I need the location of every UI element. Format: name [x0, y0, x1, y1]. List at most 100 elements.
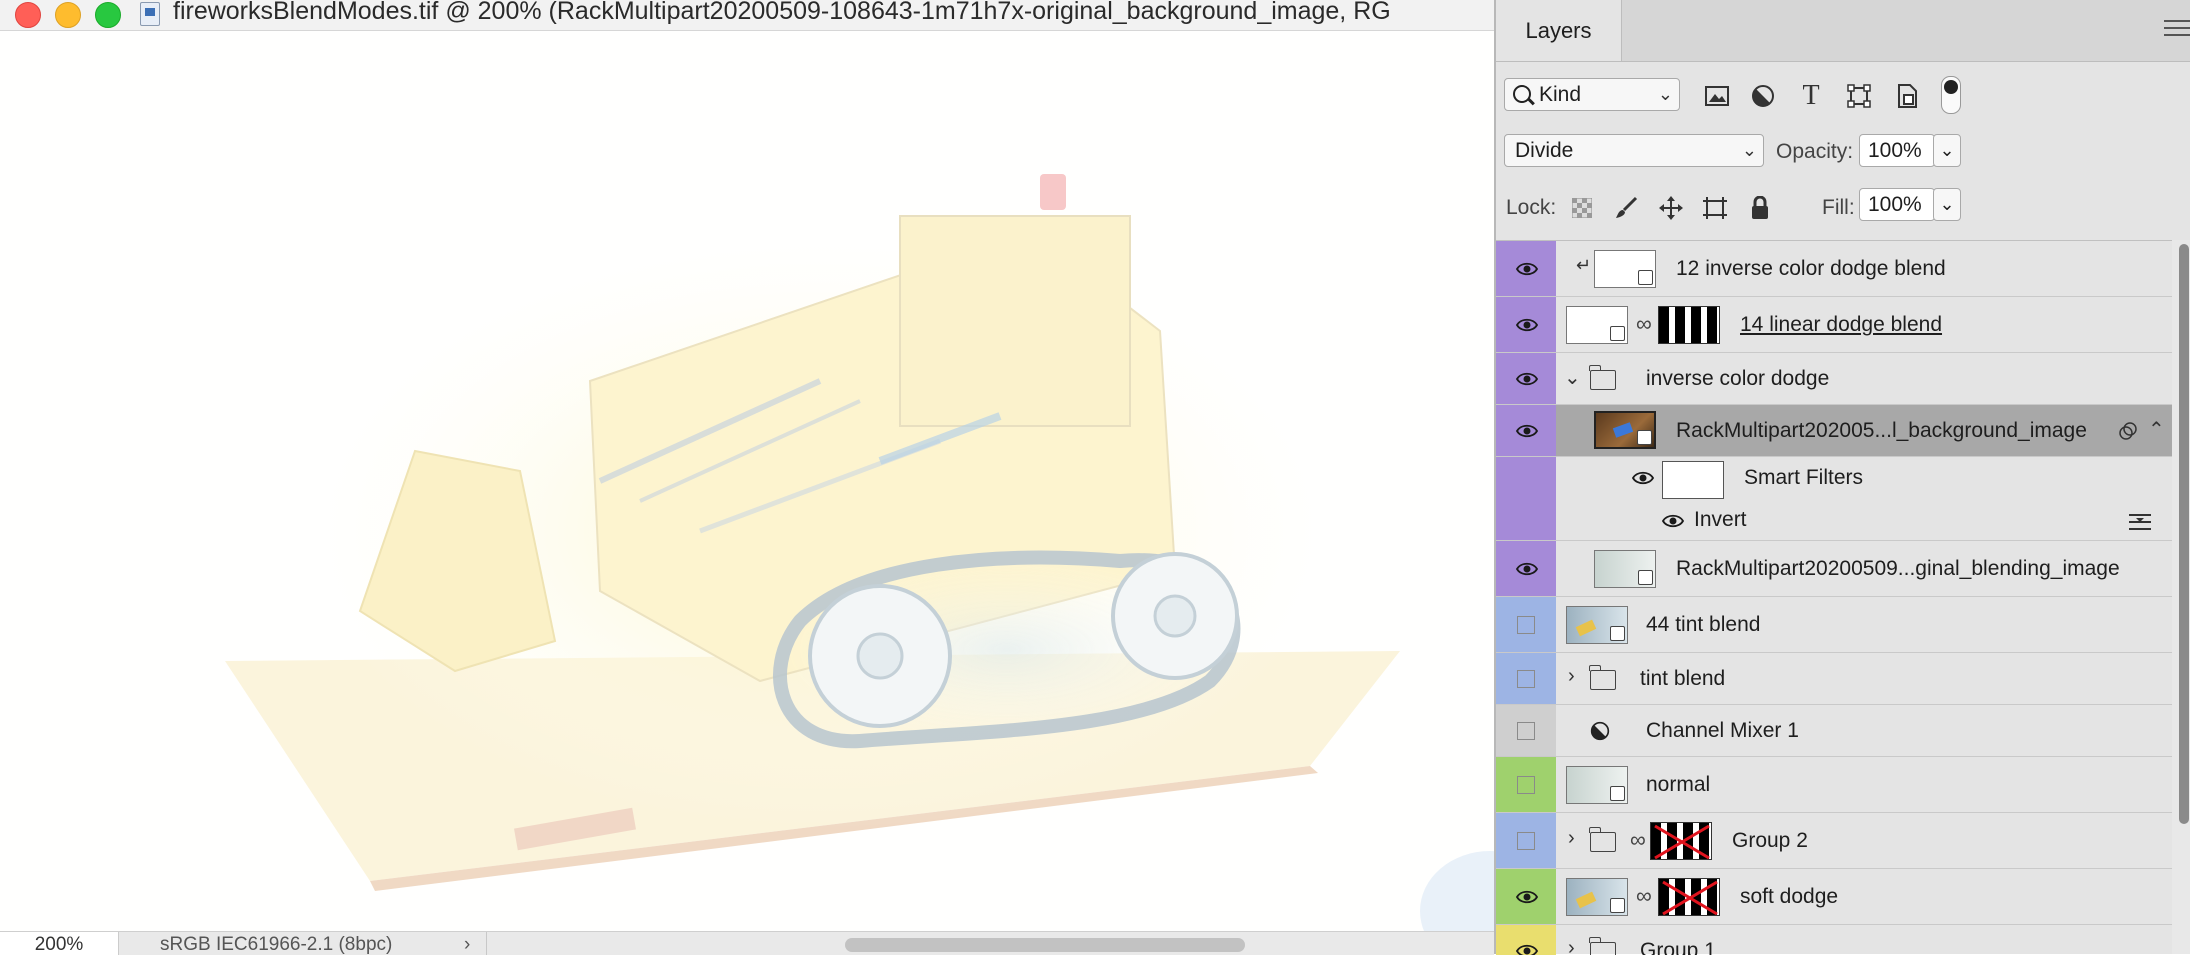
- lock-all-icon[interactable]: [1746, 194, 1774, 222]
- type-filter-icon[interactable]: T: [1797, 80, 1825, 111]
- close-window-button[interactable]: [15, 2, 41, 28]
- eye-icon[interactable]: [1632, 471, 1654, 485]
- lock-transparency-icon[interactable]: [1568, 194, 1596, 222]
- layer-thumbnail: [1566, 766, 1628, 804]
- layer-name[interactable]: inverse color dodge: [1646, 367, 1829, 391]
- shape-filter-icon[interactable]: [1845, 82, 1873, 110]
- panel-tab-bar: Layers: [1496, 0, 2190, 62]
- lock-position-move-icon[interactable]: [1657, 194, 1685, 222]
- layer-name[interactable]: 44 tint blend: [1646, 613, 1760, 637]
- disabled-mask-thumbnail[interactable]: [1650, 822, 1712, 860]
- layer-thumbnail: [1566, 606, 1628, 644]
- chevron-right-icon[interactable]: ›: [1568, 665, 1575, 688]
- chevron-right-icon[interactable]: ›: [1568, 937, 1575, 955]
- layer-row[interactable]: › ∞ Group 2: [1496, 813, 2172, 869]
- search-icon: [1513, 85, 1531, 103]
- opacity-dropdown-button[interactable]: ⌄: [1933, 134, 1961, 167]
- layer-name[interactable]: Invert: [1694, 508, 1747, 532]
- layer-name[interactable]: Channel Mixer 1: [1646, 719, 1799, 743]
- chevron-right-icon[interactable]: ›: [1568, 827, 1575, 850]
- mask-link-icon[interactable]: ∞: [1630, 827, 1646, 853]
- lock-image-pixels-brush-icon[interactable]: [1612, 194, 1640, 222]
- fill-input[interactable]: 100%: [1859, 188, 1935, 221]
- layer-row-selected[interactable]: RackMultipart202005...l_background_image…: [1496, 405, 2172, 457]
- minimize-window-button[interactable]: [55, 2, 81, 28]
- tab-layers[interactable]: Layers: [1496, 0, 1622, 61]
- chevron-down-icon: ⌄: [1741, 140, 1757, 160]
- disabled-mask-thumbnail[interactable]: [1658, 878, 1720, 916]
- lock-artboard-icon[interactable]: [1701, 194, 1729, 222]
- layer-filter-kind-select[interactable]: Kind ⌄: [1504, 78, 1680, 111]
- mask-link-icon[interactable]: ∞: [1636, 883, 1652, 909]
- status-menu-arrow-icon[interactable]: ›: [464, 932, 470, 957]
- smart-filter-indicator-icon[interactable]: [2118, 421, 2138, 441]
- eye-icon[interactable]: [1516, 944, 1538, 955]
- vertical-scrollbar-thumb[interactable]: [2179, 244, 2189, 824]
- layer-list: ↵ 12 inverse color dodge blend ∞ 14 line…: [1496, 240, 2172, 955]
- visibility-toggle[interactable]: [1517, 616, 1535, 634]
- layer-name[interactable]: Smart Filters: [1744, 466, 1863, 490]
- eye-icon[interactable]: [1516, 318, 1538, 332]
- layer-row[interactable]: Smart Filters: [1496, 457, 2172, 499]
- layer-thumbnail: [1566, 878, 1628, 916]
- visibility-toggle[interactable]: [1517, 722, 1535, 740]
- document-window: fireworksBlendModes.tif @ 200% (RackMult…: [0, 0, 1494, 957]
- opacity-input[interactable]: 100%: [1859, 134, 1935, 167]
- eye-icon[interactable]: [1516, 562, 1538, 576]
- image-canvas[interactable]: [0, 31, 1494, 931]
- layer-color-tag: [1496, 457, 1556, 499]
- fill-label: Fill:: [1822, 196, 1855, 219]
- layer-row[interactable]: Channel Mixer 1: [1496, 705, 2172, 757]
- layer-name[interactable]: 12 inverse color dodge blend: [1676, 257, 1946, 281]
- folder-icon: [1589, 665, 1616, 690]
- visibility-toggle[interactable]: [1517, 670, 1535, 688]
- layer-row[interactable]: RackMultipart20200509...ginal_blending_i…: [1496, 541, 2172, 597]
- layer-name[interactable]: Group 1: [1640, 939, 1716, 955]
- layer-name[interactable]: soft dodge: [1740, 885, 1838, 909]
- mask-disabled-x-icon: [1654, 824, 1710, 859]
- layer-row[interactable]: Invert: [1496, 499, 2172, 541]
- chevron-down-icon[interactable]: ⌄: [1564, 365, 1581, 390]
- eye-icon[interactable]: [1516, 424, 1538, 438]
- layer-row[interactable]: › tint blend: [1496, 653, 2172, 705]
- smart-object-badge-icon: [1610, 626, 1625, 641]
- eye-icon[interactable]: [1516, 372, 1538, 386]
- layer-name[interactable]: normal: [1646, 773, 1710, 797]
- horizontal-scrollbar-thumb[interactable]: [845, 938, 1245, 952]
- visibility-toggle[interactable]: [1517, 776, 1535, 794]
- layer-row[interactable]: ⌄ inverse color dodge: [1496, 353, 2172, 405]
- layer-row[interactable]: › Group 1: [1496, 925, 2172, 955]
- layer-row[interactable]: ∞ soft dodge: [1496, 869, 2172, 925]
- panel-menu-icon[interactable]: [2164, 20, 2190, 38]
- zoom-level-field[interactable]: 200%: [0, 932, 119, 955]
- opacity-label: Opacity:: [1776, 140, 1854, 163]
- layer-name[interactable]: 14 linear dodge blend: [1740, 313, 1942, 337]
- smart-object-filter-icon[interactable]: [1893, 82, 1921, 110]
- filter-blending-options-icon[interactable]: [2128, 513, 2152, 531]
- visibility-toggle[interactable]: [1517, 832, 1535, 850]
- chevron-down-icon: ⌄: [1657, 84, 1673, 104]
- layer-mask-thumbnail[interactable]: [1658, 306, 1720, 344]
- blend-mode-select[interactable]: Divide ⌄: [1504, 134, 1764, 167]
- layer-name[interactable]: Group 2: [1732, 829, 1808, 853]
- filter-toggle-switch[interactable]: [1941, 76, 1961, 114]
- window-title-bar[interactable]: fireworksBlendModes.tif @ 200% (RackMult…: [0, 0, 1494, 31]
- blend-mode-value: Divide: [1515, 139, 1574, 162]
- chevron-up-icon[interactable]: ⌃: [2148, 417, 2165, 442]
- layer-name[interactable]: RackMultipart20200509...ginal_blending_i…: [1676, 557, 2120, 581]
- eye-icon[interactable]: [1662, 514, 1684, 528]
- mask-link-icon[interactable]: ∞: [1636, 311, 1652, 337]
- layer-row[interactable]: 44 tint blend: [1496, 597, 2172, 653]
- smart-filter-mask-thumbnail[interactable]: [1662, 461, 1724, 499]
- adjustment-filter-icon[interactable]: [1749, 82, 1777, 110]
- image-filter-icon[interactable]: [1703, 82, 1731, 110]
- layer-row[interactable]: ∞ 14 linear dodge blend: [1496, 297, 2172, 353]
- eye-icon[interactable]: [1516, 890, 1538, 904]
- layer-row[interactable]: normal: [1496, 757, 2172, 813]
- eye-icon[interactable]: [1516, 262, 1538, 276]
- layer-name[interactable]: RackMultipart202005...l_background_image: [1676, 419, 2087, 443]
- fill-dropdown-button[interactable]: ⌄: [1933, 188, 1961, 221]
- layer-row[interactable]: ↵ 12 inverse color dodge blend: [1496, 241, 2172, 297]
- layer-name[interactable]: tint blend: [1640, 667, 1725, 691]
- zoom-window-button[interactable]: [95, 2, 121, 28]
